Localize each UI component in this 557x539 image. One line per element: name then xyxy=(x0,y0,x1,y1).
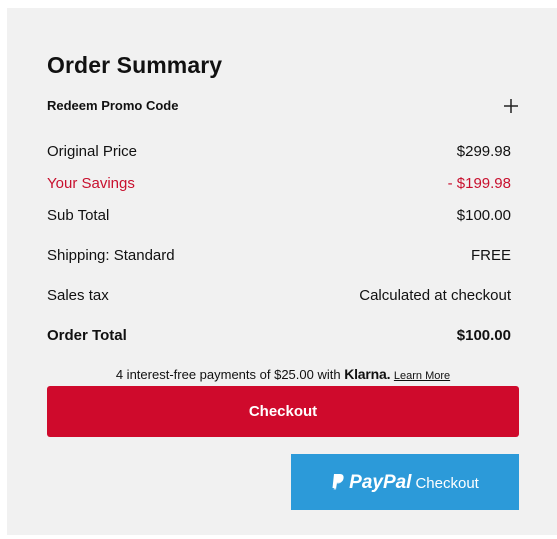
original-price-label: Original Price xyxy=(47,143,138,160)
sub-total-row: Sub Total $100.00 xyxy=(47,206,511,226)
paypal-button-content: PayPal Checkout xyxy=(291,472,519,494)
order-total-label: Order Total xyxy=(47,327,127,344)
promo-code-label: Redeem Promo Code xyxy=(47,98,179,113)
order-total-value: $100.00 xyxy=(456,327,511,344)
original-price-row: Original Price $299.98 xyxy=(47,142,511,162)
order-summary-title: Order Summary xyxy=(47,52,223,78)
klarna-learn-more-link[interactable]: Learn More xyxy=(394,370,450,382)
paypal-p-icon xyxy=(332,474,344,490)
shipping-value: FREE xyxy=(470,247,511,264)
shipping-label: Shipping: Standard xyxy=(47,247,175,264)
paypal-checkout-button[interactable]: PayPal Checkout xyxy=(291,454,519,510)
shipping-row: Shipping: Standard FREE xyxy=(47,246,511,266)
savings-label: Your Savings xyxy=(47,175,135,192)
paypal-wordmark: PayPal xyxy=(349,472,412,493)
savings-value: - $199.98 xyxy=(447,175,511,192)
klarna-text: 4 interest-free payments of $25.00 with xyxy=(115,367,341,382)
sales-tax-row: Sales tax Calculated at checkout xyxy=(47,286,511,306)
sub-total-label: Sub Total xyxy=(47,207,110,224)
plus-icon[interactable] xyxy=(503,98,519,114)
paypal-checkout-label: Checkout xyxy=(415,475,479,492)
sub-total-value: $100.00 xyxy=(456,207,511,224)
sales-tax-value: Calculated at checkout xyxy=(359,287,511,304)
klarna-logo: Klarna. xyxy=(344,366,391,382)
checkout-button[interactable]: Checkout xyxy=(47,386,519,437)
order-summary-panel: Order Summary Redeem Promo Code Original… xyxy=(7,8,557,535)
klarna-message: 4 interest-free payments of $25.00 with … xyxy=(47,366,519,384)
original-price-value: $299.98 xyxy=(456,143,511,160)
sales-tax-label: Sales tax xyxy=(47,287,109,304)
redeem-promo-code-toggle[interactable]: Redeem Promo Code xyxy=(47,98,519,128)
savings-row: Your Savings - $199.98 xyxy=(47,174,511,194)
order-total-row: Order Total $100.00 xyxy=(47,326,511,346)
